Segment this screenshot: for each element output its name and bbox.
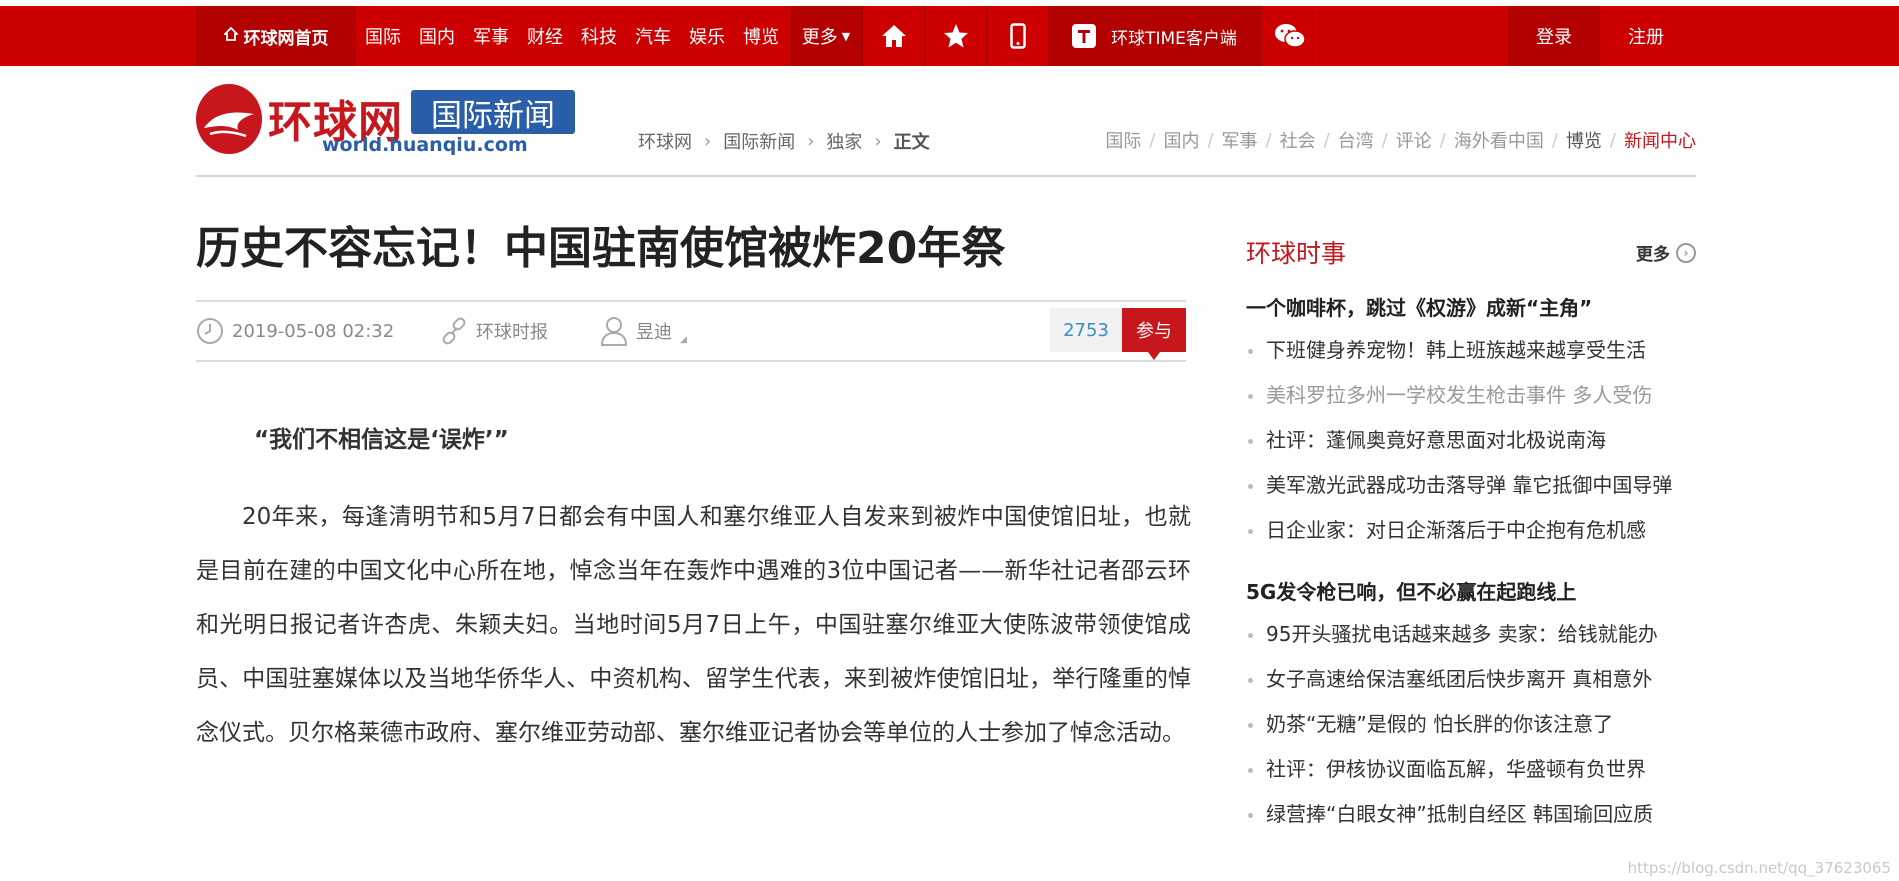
home-small-icon bbox=[222, 26, 239, 46]
app-logo-icon bbox=[1072, 24, 1097, 48]
breadcrumb-item-channel[interactable]: 国际新闻 bbox=[723, 128, 795, 154]
breadcrumb-item-site[interactable]: 环球网 bbox=[638, 128, 692, 154]
register-button[interactable]: 注册 bbox=[1600, 6, 1692, 66]
article-title: 历史不容忘记！中国驻南使馆被炸20年祭 bbox=[196, 223, 1006, 274]
nav-more-label: 更多 bbox=[801, 27, 838, 48]
chevron-right-icon: › bbox=[874, 130, 882, 152]
top-nav-bar: 环球网首页 国际 国内 军事 财经 科技 汽车 娱乐 博览 更多 ▼ 环球TIM… bbox=[0, 6, 1899, 66]
chevron-right-icon: › bbox=[807, 130, 815, 152]
nav-link-yule[interactable]: 娱乐 bbox=[689, 23, 725, 49]
subnav-item-taiwan[interactable]: 台湾 bbox=[1338, 127, 1374, 153]
sidebar-news-list: 95开头骚扰电话越来越多 卖家：给钱就能办 女子高速给保洁塞纸团后快步离开 真相… bbox=[1246, 612, 1706, 837]
article-meta-bar: 2019-05-08 02:32 环球时报 昱迪 ◢ 2753 参与 bbox=[196, 300, 1186, 362]
top-nav-inner: 环球网首页 国际 国内 军事 财经 科技 汽车 娱乐 博览 更多 ▼ 环球TIM… bbox=[196, 6, 1696, 66]
subnav-item-shehui[interactable]: 社会 bbox=[1280, 127, 1316, 153]
link-icon bbox=[442, 317, 466, 345]
channel-subnav: 国际 / 国内 / 军事 / 社会 / 台湾 / 评论 / 海外看中国 / 博览… bbox=[1105, 127, 1696, 153]
subnav-item-junshi[interactable]: 军事 bbox=[1222, 127, 1258, 153]
subnav-item-bolan[interactable]: 博览 bbox=[1566, 127, 1602, 153]
subnav-divider: / bbox=[1609, 129, 1616, 151]
mobile-phone-icon bbox=[1009, 23, 1026, 49]
user-icon bbox=[600, 317, 628, 346]
mobile-button[interactable] bbox=[986, 6, 1048, 66]
app-download-button[interactable]: 环球TIME客户端 bbox=[1048, 6, 1260, 66]
sidebar-header: 环球时事 更多 › bbox=[1246, 234, 1696, 270]
header-divider bbox=[196, 175, 1696, 177]
sidebar-more-label: 更多 bbox=[1636, 245, 1670, 265]
home-icon-button[interactable] bbox=[862, 6, 924, 66]
list-item[interactable]: 下班健身养宠物！韩上班族越来越享受生活 bbox=[1246, 328, 1706, 373]
chevron-down-icon: ▼ bbox=[841, 29, 851, 43]
nav-links: 国际 国内 军事 财经 科技 汽车 娱乐 博览 bbox=[356, 6, 788, 66]
subnav-divider: / bbox=[1551, 129, 1558, 151]
subnav-divider: / bbox=[1149, 129, 1156, 151]
comment-count[interactable]: 2753 bbox=[1050, 308, 1122, 352]
article-author[interactable]: 昱迪 ◢ bbox=[600, 302, 687, 360]
nav-more-dropdown[interactable]: 更多 ▼ bbox=[790, 6, 862, 66]
sidebar-headline[interactable]: 一个咖啡杯，跳过《权游》成新“主角” bbox=[1246, 292, 1592, 321]
chevron-right-icon: › bbox=[704, 130, 712, 152]
corner-triangle-icon: ◢ bbox=[680, 335, 687, 345]
nav-link-qiche[interactable]: 汽车 bbox=[635, 23, 671, 49]
nav-link-guonei[interactable]: 国内 bbox=[419, 23, 455, 49]
clock-icon bbox=[197, 318, 223, 344]
wechat-button[interactable] bbox=[1260, 6, 1320, 66]
subnav-divider: / bbox=[1265, 129, 1272, 151]
list-item[interactable]: 女子高速给保洁塞纸团后快步离开 真相意外 bbox=[1246, 657, 1706, 702]
chevron-right-circle-icon: › bbox=[1676, 242, 1696, 263]
nav-link-caijing[interactable]: 财经 bbox=[527, 23, 563, 49]
article-subheading: “我们不相信这是‘误炸’” bbox=[254, 427, 509, 453]
subnav-item-guoji[interactable]: 国际 bbox=[1105, 127, 1141, 153]
nav-home-link[interactable]: 环球网首页 bbox=[196, 6, 356, 66]
article-source[interactable]: 环球时报 bbox=[440, 302, 548, 360]
article-author-text: 昱迪 bbox=[636, 322, 672, 343]
nav-home-label: 环球网首页 bbox=[243, 28, 329, 49]
article-date-text: 2019-05-08 02:32 bbox=[232, 320, 395, 342]
sidebar-headline[interactable]: 5G发令枪已响，但不必赢在起跑线上 bbox=[1246, 576, 1576, 605]
sidebar-title: 环球时事 bbox=[1246, 239, 1347, 268]
nav-link-keji[interactable]: 科技 bbox=[581, 23, 617, 49]
list-item[interactable]: 绿营捧“白眼女神”抵制自经区 韩国瑜回应质 bbox=[1246, 792, 1706, 837]
nav-link-guoji[interactable]: 国际 bbox=[365, 23, 401, 49]
site-logo[interactable]: 环球网 国际新闻 world.huanqiu.com bbox=[196, 84, 586, 156]
sidebar-more-link[interactable]: 更多 › bbox=[1636, 240, 1696, 265]
nav-link-junshi[interactable]: 军事 bbox=[473, 23, 509, 49]
home-icon bbox=[881, 25, 906, 47]
list-item[interactable]: 社评：蓬佩奥竟好意思面对北极说南海 bbox=[1246, 418, 1706, 463]
star-icon bbox=[943, 24, 968, 48]
list-item[interactable]: 日企业家：对日企渐落后于中企抱有危机感 bbox=[1246, 508, 1706, 553]
breadcrumb-item-category[interactable]: 独家 bbox=[826, 128, 862, 154]
join-discussion-button[interactable]: 参与 bbox=[1122, 308, 1186, 360]
subnav-item-pinglun[interactable]: 评论 bbox=[1396, 127, 1432, 153]
watermark: https://blog.csdn.net/qq_37623065 bbox=[1627, 859, 1891, 877]
article-source-text: 环球时报 bbox=[476, 322, 548, 343]
favorite-button[interactable] bbox=[924, 6, 986, 66]
login-button[interactable]: 登录 bbox=[1508, 6, 1600, 66]
breadcrumb-item-current: 正文 bbox=[893, 132, 930, 153]
channel-badge: 国际新闻 bbox=[411, 90, 575, 134]
subnav-divider: / bbox=[1439, 129, 1446, 151]
subnav-item-haiwai[interactable]: 海外看中国 bbox=[1454, 127, 1544, 153]
article-paragraph: 20年来，每逢清明节和5月7日都会有中国人和塞尔维亚人自发来到被炸中国使馆旧址，… bbox=[196, 504, 1191, 746]
list-item[interactable]: 社评：伊核协议面临瓦解，华盛顿有负世界 bbox=[1246, 747, 1706, 792]
breadcrumb: 环球网 › 国际新闻 › 独家 › 正文 bbox=[638, 128, 930, 154]
subnav-divider: / bbox=[1381, 129, 1388, 151]
list-item[interactable]: 95开头骚扰电话越来越多 卖家：给钱就能办 bbox=[1246, 612, 1706, 657]
subnav-divider: / bbox=[1207, 129, 1214, 151]
subnav-item-news-center[interactable]: 新闻中心 bbox=[1624, 127, 1696, 153]
sidebar-news-list: 下班健身养宠物！韩上班族越来越享受生活 美科罗拉多州一学校发生枪击事件 多人受伤… bbox=[1246, 328, 1706, 553]
site-url: world.huanqiu.com bbox=[322, 134, 528, 156]
logo-emblem-icon bbox=[196, 84, 262, 154]
list-item[interactable]: 美科罗拉多州一学校发生枪击事件 多人受伤 bbox=[1246, 373, 1706, 418]
list-item[interactable]: 美军激光武器成功击落导弹 靠它抵御中国导弹 bbox=[1246, 463, 1706, 508]
app-download-label: 环球TIME客户端 bbox=[1111, 28, 1237, 49]
subnav-divider: / bbox=[1323, 129, 1330, 151]
subnav-item-guonei[interactable]: 国内 bbox=[1163, 127, 1199, 153]
list-item[interactable]: 奶茶“无糖”是假的 怕长胖的你该注意了 bbox=[1246, 702, 1706, 747]
wechat-icon bbox=[1275, 24, 1306, 48]
article-date: 2019-05-08 02:32 bbox=[196, 302, 394, 360]
nav-link-bolan[interactable]: 博览 bbox=[743, 23, 779, 49]
